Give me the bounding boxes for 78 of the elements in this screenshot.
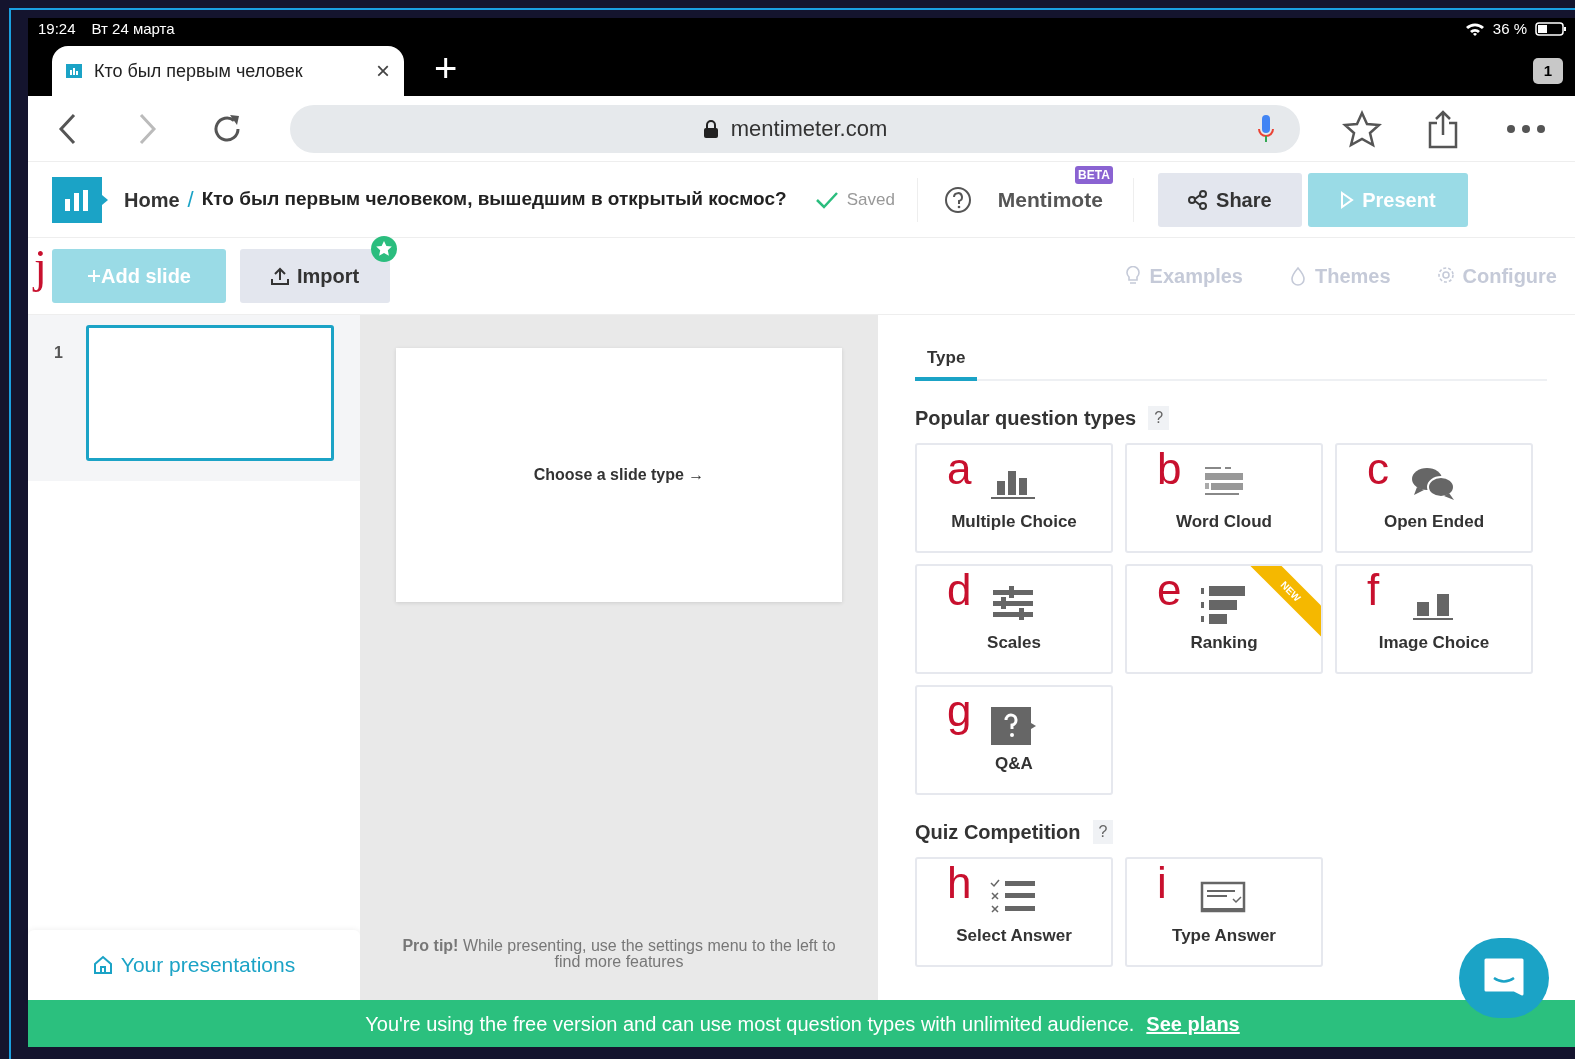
star-icon[interactable] [1342,109,1382,148]
star-badge-icon [370,235,398,263]
share-nodes-icon [1188,189,1209,210]
section-title: Popular question types [915,405,1137,431]
question-type-card[interactable]: a Multiple Choice [915,442,1113,553]
question-type-label: Multiple Choice [950,511,1078,533]
annotation-letter: c [1367,444,1389,493]
upload-icon [270,267,289,285]
tab-count-button[interactable]: 1 [1533,58,1563,84]
ranked-list-icon [1199,583,1247,626]
help-badge[interactable]: ? [1092,819,1114,844]
choose-slide-type-link[interactable]: Choose a slide type → [533,463,705,487]
question-type-card[interactable]: i Type Answer [1125,856,1323,967]
question-type-label: Ranking [1189,632,1259,654]
question-type-label: Select Answer [955,925,1073,947]
question-type-label: Image Choice [1377,632,1491,654]
lightbulb-icon [1123,266,1142,286]
status-date: Вт 24 марта [91,18,175,39]
mentimote-link[interactable]: Mentimote [997,187,1103,211]
question-type-label: Q&A [994,753,1034,775]
settings-icon [1436,266,1455,286]
slide-number: 1 [54,343,64,363]
saved-status: Saved [846,188,895,211]
question-type-card[interactable]: h Select Answer [915,856,1113,967]
more-icon[interactable] [1506,123,1546,134]
new-tab-button[interactable]: + [434,48,458,88]
battery-percent: 36 % [1492,18,1527,39]
breadcrumb-separator: / [187,186,194,214]
close-tab-button[interactable]: × [376,53,390,89]
import-button[interactable]: Import [240,249,390,303]
annotation-letter: i [1157,858,1167,907]
home-icon [92,955,113,975]
question-type-card[interactable]: d Scales [915,563,1113,674]
lock-icon [702,119,719,138]
annotation-letter: h [947,858,972,907]
annotation-letter: g [947,686,972,735]
annotation-letter: b [1157,444,1182,493]
tab-title: Кто был первым человек [94,59,304,83]
wifi-icon [1464,22,1485,36]
slide-preview[interactable]: Choose a slide type → [396,348,842,602]
question-type-label: Type Answer [1171,925,1277,947]
annotation-letter: f [1367,565,1380,614]
mentimeter-logo-icon[interactable] [52,176,108,223]
slide-thumbnail[interactable] [86,325,334,461]
question-type-label: Open Ended [1382,511,1486,533]
annotation-letter: j [34,244,47,290]
check-icon [814,190,839,209]
play-icon [1340,190,1355,209]
address-bar[interactable]: mentimeter.com [290,104,1300,153]
drop-icon [1288,266,1307,286]
battery-icon [1535,22,1567,36]
home-link[interactable]: Home [124,184,180,215]
banner-text: You're using the free version and can use most question types with unlimited audience. [365,1011,1135,1037]
status-time: 19:24 [38,18,76,39]
section-title: Quiz Competition [915,819,1081,845]
pro-tip-text: Pro tip! While presenting, use the settings menu to the left to find more features [401,938,837,970]
annotation-letter: d [947,565,972,614]
beta-badge: BETA [1075,165,1113,184]
browser-tab[interactable]: Кто был первым человек × [52,46,404,96]
question-type-label: Word Cloud [1175,511,1273,533]
help-badge[interactable]: ? [1148,405,1170,430]
share-button[interactable]: Share [1157,172,1302,227]
share-icon[interactable] [1426,108,1460,149]
question-type-card[interactable]: c Open Ended [1335,442,1533,553]
presentation-title[interactable]: Кто был первым человеком, вышедшим в открытый космос? [201,185,787,214]
question-box-icon [989,704,1037,747]
annotation-letter: a [947,444,972,493]
plus-icon [87,269,101,283]
annotation-letter: e [1157,565,1182,614]
chat-icon [1482,958,1526,998]
question-type-card[interactable]: b Word Cloud [1125,442,1323,553]
microphone-icon[interactable] [1256,112,1276,145]
question-type-card[interactable]: f Image Choice [1335,563,1533,674]
question-type-card[interactable]: g Q&A [915,684,1113,795]
help-icon[interactable] [943,185,972,214]
question-type-label: Scales [986,632,1042,654]
panel-tab[interactable]: Type [915,345,978,381]
favicon-icon [66,64,82,78]
